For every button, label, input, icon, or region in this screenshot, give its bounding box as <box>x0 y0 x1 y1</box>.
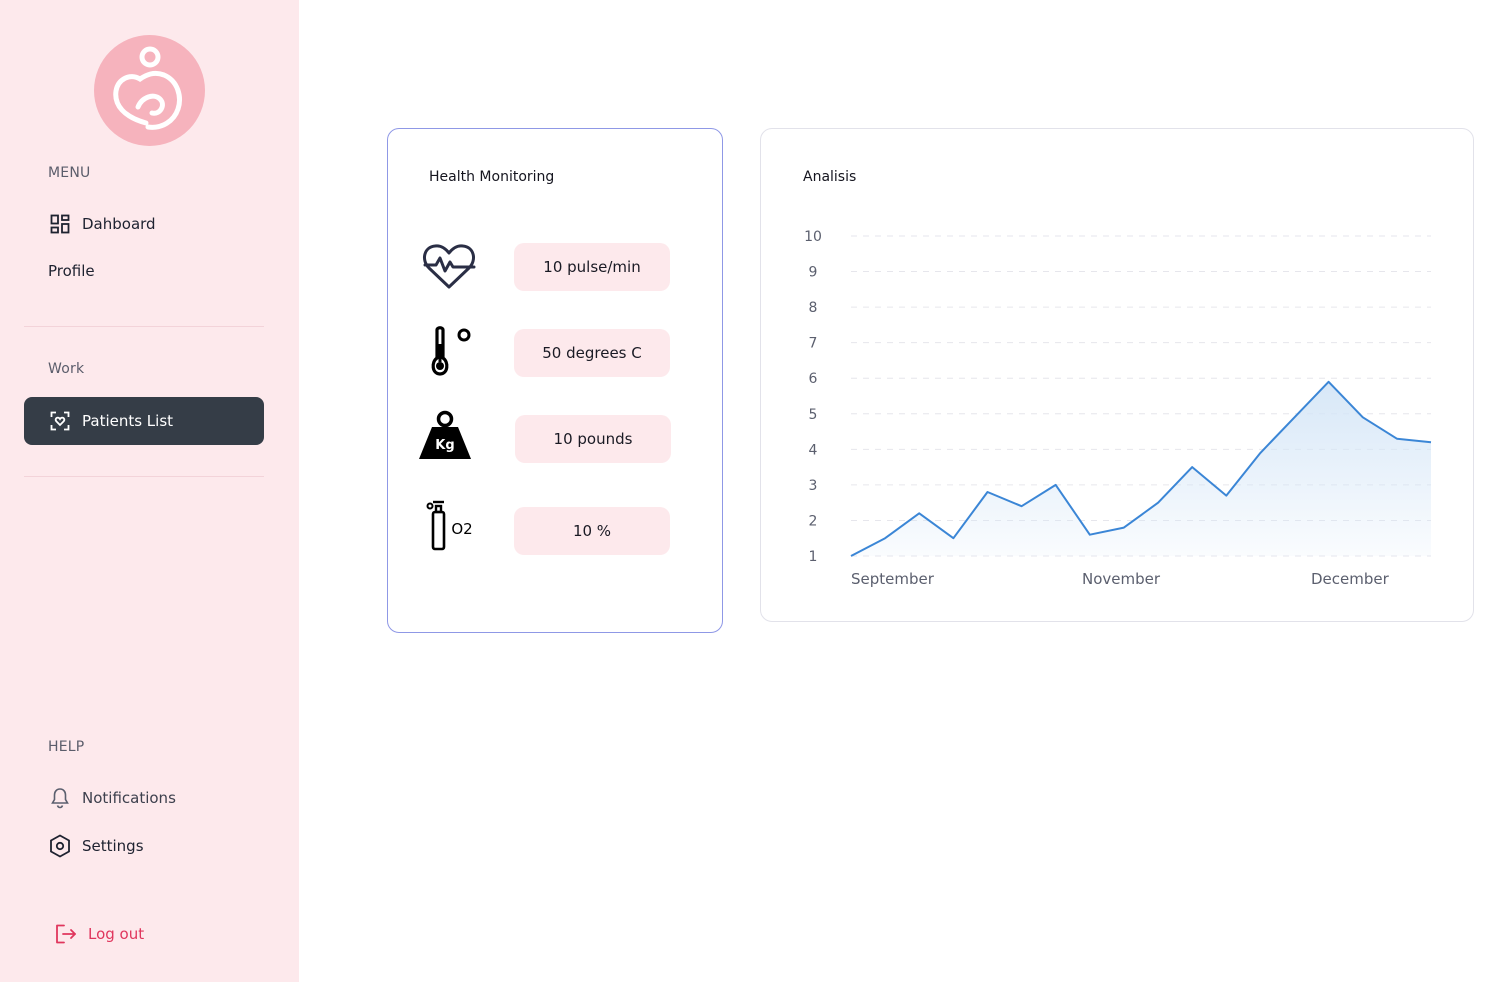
y-tick-label: 4 <box>809 442 818 458</box>
y-tick-label: 7 <box>809 336 818 352</box>
sidebar-item-label: Dahboard <box>82 214 156 233</box>
oxygen-tank-icon: O2 <box>418 496 480 552</box>
bell-icon <box>48 786 72 810</box>
sidebar-item-settings[interactable]: Settings <box>24 822 264 870</box>
logout-button[interactable]: Log out <box>24 910 264 958</box>
svg-text:O2: O2 <box>451 520 472 538</box>
sidebar-item-label: Settings <box>82 836 144 855</box>
oxygen-value: 10 % <box>514 507 670 555</box>
logout-label: Log out <box>88 924 145 943</box>
card-title: Health Monitoring <box>429 169 555 185</box>
heartbeat-icon <box>418 239 480 295</box>
health-monitoring-card: Health Monitoring 10 pulse/min 50 degree… <box>387 128 723 633</box>
temperature-value: 50 degrees C <box>514 329 670 377</box>
sidebar: MENU Dahboard Profile Work Patients List… <box>0 0 299 982</box>
y-tick-label: 8 <box>809 300 818 316</box>
hexagon-settings-icon <box>48 834 72 858</box>
sidebar-divider <box>24 476 264 477</box>
menu-section-title: MENU <box>48 165 91 181</box>
y-tick-label: 1 <box>809 549 818 565</box>
work-section-title: Work <box>48 361 85 377</box>
dashboard-grid-icon <box>48 212 72 236</box>
y-tick-label: 9 <box>809 265 818 281</box>
analysis-card: Analisis 1 2 3 4 5 6 7 8 9 10 September November Dec… <box>760 128 1474 622</box>
analysis-area-chart: 1 2 3 4 5 6 7 8 9 10 September November December <box>804 229 1432 588</box>
y-tick-label: 6 <box>809 371 818 387</box>
pulse-value: 10 pulse/min <box>514 243 670 291</box>
thermometer-icon <box>418 324 480 380</box>
logout-icon <box>54 922 78 946</box>
series-area <box>851 381 1431 556</box>
y-tick-label: 3 <box>809 478 818 494</box>
x-tick-label: September <box>851 570 935 588</box>
weight-kg-icon: Kg <box>418 409 480 465</box>
sidebar-item-label: Patients List <box>82 411 174 430</box>
sidebar-item-patients-list[interactable]: Patients List <box>24 397 264 445</box>
sidebar-item-profile[interactable]: Profile <box>24 247 264 295</box>
patient-scan-icon <box>48 409 72 433</box>
y-tick-label: 5 <box>809 407 818 423</box>
sidebar-divider <box>24 326 264 327</box>
svg-text:Kg: Kg <box>435 438 454 453</box>
x-tick-label: December <box>1311 570 1390 588</box>
sidebar-item-dashboard[interactable]: Dahboard <box>24 200 264 248</box>
weight-value: 10 pounds <box>515 415 671 463</box>
help-section-title: HELP <box>48 739 85 755</box>
y-tick-label: 2 <box>809 513 818 529</box>
sidebar-item-label: Notifications <box>82 788 176 807</box>
sidebar-item-label: Profile <box>48 261 95 280</box>
sidebar-item-notifications[interactable]: Notifications <box>24 774 264 822</box>
x-tick-label: November <box>1082 570 1161 588</box>
y-tick-label: 10 <box>804 229 822 245</box>
maternity-logo-icon[interactable] <box>94 35 205 146</box>
